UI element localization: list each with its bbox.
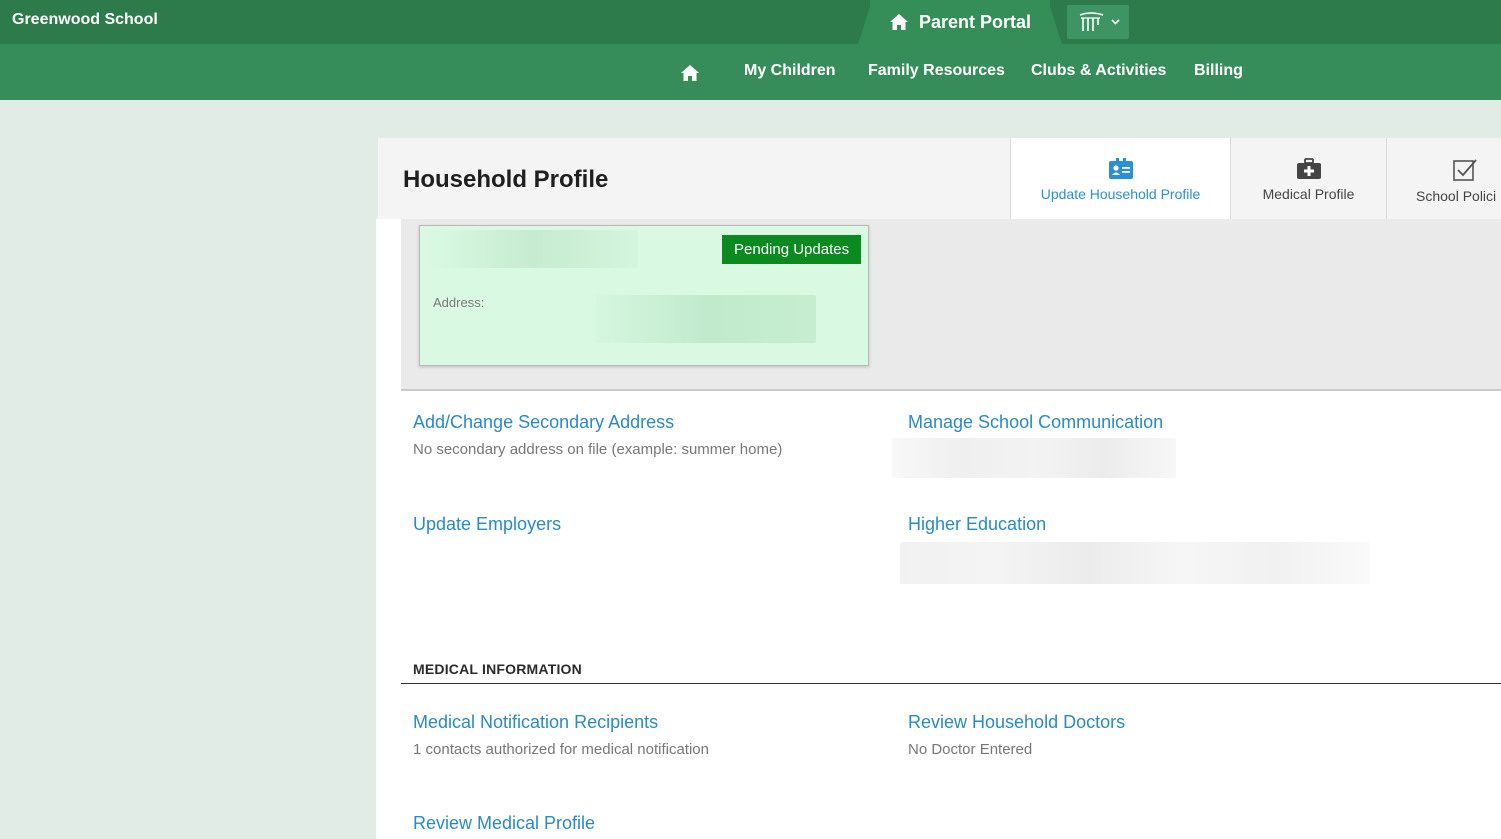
update-employers-link[interactable]: Update Employers xyxy=(413,514,561,535)
redacted-higher-education-details xyxy=(900,542,1370,584)
pending-updates-badge: Pending Updates xyxy=(722,235,862,264)
medical-kit-icon xyxy=(1296,158,1321,179)
household-doctors-status: No Doctor Entered xyxy=(908,741,1033,758)
main-nav: My Children Family Resources Clubs & Act… xyxy=(0,44,1501,100)
school-name[interactable]: Greenwood School xyxy=(12,11,158,29)
review-household-doctors-link[interactable]: Review Household Doctors xyxy=(908,712,1125,733)
redacted-household-name xyxy=(428,230,638,268)
id-card-icon xyxy=(1108,158,1133,179)
nav-billing[interactable]: Billing xyxy=(1194,62,1243,80)
medical-information-heading: MEDICAL INFORMATION xyxy=(413,661,582,677)
tab-label: Update Household Profile xyxy=(1040,186,1201,202)
nav-family-resources[interactable]: Family Resources xyxy=(868,62,1005,80)
review-medical-profile-link[interactable]: Review Medical Profile xyxy=(413,813,595,834)
redacted-address-value xyxy=(596,295,816,343)
columns-logo-icon xyxy=(1079,12,1103,31)
home-icon xyxy=(889,14,908,30)
address-label: Address: xyxy=(433,295,485,310)
add-secondary-address-link[interactable]: Add/Change Secondary Address xyxy=(413,412,674,433)
tab-label: School Polici xyxy=(1416,188,1497,204)
profile-header: Household Profile Update Household Profi… xyxy=(378,138,1501,219)
parent-portal-tab[interactable]: Parent Portal xyxy=(870,0,1050,44)
tab-update-household-profile[interactable]: Update Household Profile xyxy=(1010,138,1230,219)
manage-school-communication-link[interactable]: Manage School Communication xyxy=(908,412,1163,433)
medical-notification-recipients-link[interactable]: Medical Notification Recipients xyxy=(413,712,658,733)
redacted-communication-details xyxy=(892,438,1176,478)
tab-medical-profile[interactable]: Medical Profile xyxy=(1230,138,1386,219)
secondary-address-status: No secondary address on file (example: s… xyxy=(413,441,783,458)
notification-recipients-status: 1 contacts authorized for medical notifi… xyxy=(413,741,709,758)
app-switcher-button[interactable] xyxy=(1067,5,1129,39)
chevron-down-icon xyxy=(1110,19,1120,25)
nav-clubs-activities[interactable]: Clubs & Activities xyxy=(1031,62,1166,80)
nav-my-children[interactable]: My Children xyxy=(744,62,836,80)
page-title: Household Profile xyxy=(403,166,609,193)
tab-label: Medical Profile xyxy=(1262,186,1355,202)
tab-school-policies[interactable]: School Polici xyxy=(1386,138,1501,219)
home-icon[interactable] xyxy=(680,63,700,83)
top-bar: Greenwood School Parent Portal xyxy=(0,0,1501,44)
checkbox-icon xyxy=(1453,159,1477,181)
higher-education-link[interactable]: Higher Education xyxy=(908,514,1046,535)
section-divider xyxy=(401,683,1501,684)
parent-portal-label: Parent Portal xyxy=(918,11,1032,32)
